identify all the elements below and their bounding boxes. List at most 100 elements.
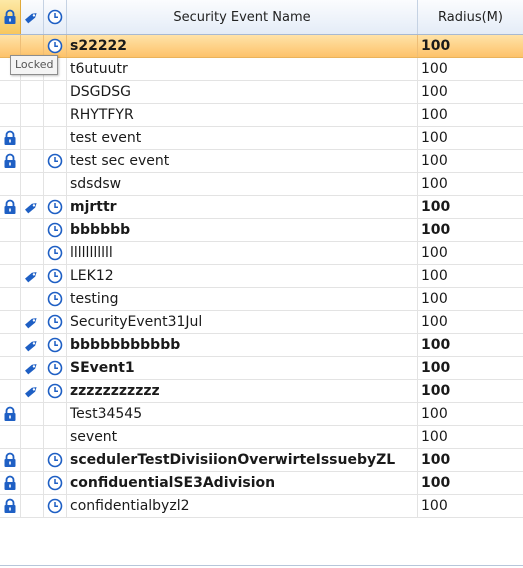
- tagged-cell: [21, 311, 44, 333]
- scheduled-cell: [44, 472, 67, 494]
- event-name-cell: bbbbbbbbbbb: [67, 334, 418, 356]
- tagged-cell: [21, 357, 44, 379]
- clock-icon: [47, 383, 63, 399]
- table-row[interactable]: scedulerTestDivisiionOverwirteIssuebyZL 1…: [0, 449, 523, 472]
- scheduled-cell: [44, 81, 67, 103]
- clock-icon: [47, 9, 63, 25]
- radius-cell: 100: [421, 153, 448, 169]
- scheduled-cell: [44, 426, 67, 448]
- radius-cell: 100: [421, 61, 448, 77]
- radius-cell: 100: [421, 268, 448, 284]
- table-row[interactable]: bbbbbb 100: [0, 219, 523, 242]
- table-row[interactable]: confidentialbyzl2 100: [0, 495, 523, 518]
- scheduled-cell: [44, 150, 67, 172]
- locked-cell: [0, 357, 21, 379]
- tagged-cell: [21, 150, 44, 172]
- locked-tooltip: Locked: [10, 55, 59, 75]
- locked-cell: [0, 127, 21, 149]
- clock-icon: [47, 268, 63, 284]
- lock-icon: [2, 452, 18, 468]
- column-header-name[interactable]: Security Event Name: [67, 0, 418, 34]
- scheduled-cell: [44, 173, 67, 195]
- scheduled-cell: [44, 219, 67, 241]
- table-row[interactable]: lllllllllll 100: [0, 242, 523, 265]
- radius-cell: 100: [421, 337, 451, 353]
- scheduled-cell: [44, 334, 67, 356]
- lock-icon: [2, 475, 18, 491]
- table-row[interactable]: test event 100: [0, 127, 523, 150]
- table-row[interactable]: Test34545 100: [0, 403, 523, 426]
- tagged-cell: [21, 219, 44, 241]
- locked-cell: [0, 173, 21, 195]
- scheduled-cell: [44, 127, 67, 149]
- table-row[interactable]: mjrttr 100: [0, 196, 523, 219]
- column-header-radius[interactable]: Radius(M): [418, 0, 523, 34]
- tag-icon: [24, 199, 40, 215]
- table-row[interactable]: bbbbbbbbbbb 100: [0, 334, 523, 357]
- locked-cell: [0, 150, 21, 172]
- radius-cell: 100: [421, 130, 448, 146]
- locked-cell: [0, 334, 21, 356]
- scheduled-cell: [44, 403, 67, 425]
- clock-icon: [47, 38, 63, 54]
- radius-cell: 100: [421, 291, 448, 307]
- column-header-tagged[interactable]: [21, 0, 44, 34]
- event-name-cell: Test34545: [67, 403, 418, 425]
- table-row[interactable]: zzzzzzzzzzz 100: [0, 380, 523, 403]
- radius-cell: 100: [421, 245, 448, 261]
- tagged-cell: [21, 449, 44, 471]
- table-row[interactable]: test sec event 100: [0, 150, 523, 173]
- table-row[interactable]: SecurityEvent31Jul 100: [0, 311, 523, 334]
- locked-cell: [0, 449, 21, 471]
- locked-cell: [0, 495, 21, 517]
- scheduled-cell: [44, 242, 67, 264]
- clock-icon: [47, 153, 63, 169]
- clock-icon: [47, 475, 63, 491]
- tagged-cell: [21, 242, 44, 264]
- lock-icon: [2, 130, 18, 146]
- event-name-cell: t6utuutr: [67, 58, 418, 80]
- locked-cell: [0, 35, 21, 57]
- event-name-cell: confiduentialSE3Adivision: [67, 472, 418, 494]
- locked-cell: [0, 265, 21, 287]
- event-name-cell: sevent: [67, 426, 418, 448]
- event-name-cell: testing: [67, 288, 418, 310]
- table-row[interactable]: DSGDSG 100: [0, 81, 523, 104]
- radius-cell: 100: [421, 38, 451, 54]
- event-name-cell: RHYTFYR: [67, 104, 418, 126]
- locked-cell: [0, 81, 21, 103]
- grid-header: Security Event Name Radius(M): [0, 0, 523, 35]
- locked-cell: [0, 288, 21, 310]
- table-row[interactable]: sdsdsw 100: [0, 173, 523, 196]
- scheduled-cell: [44, 35, 67, 57]
- radius-cell: 100: [421, 84, 448, 100]
- locked-cell: [0, 242, 21, 264]
- tagged-cell: [21, 380, 44, 402]
- tag-icon: [24, 314, 40, 330]
- scheduled-cell: [44, 311, 67, 333]
- radius-cell: 100: [421, 475, 451, 491]
- tagged-cell: [21, 495, 44, 517]
- grid-body: s22222 100 t6utuutr 100 DSGDSG 100 RHYTFYR 100 t…: [0, 35, 523, 518]
- column-header-locked[interactable]: [0, 0, 21, 34]
- locked-cell: [0, 196, 21, 218]
- table-row[interactable]: RHYTFYR 100: [0, 104, 523, 127]
- column-header-scheduled[interactable]: [44, 0, 67, 34]
- table-row[interactable]: s22222 100: [0, 35, 523, 58]
- table-row[interactable]: confiduentialSE3Adivision 100: [0, 472, 523, 495]
- table-row[interactable]: sevent 100: [0, 426, 523, 449]
- tagged-cell: [21, 127, 44, 149]
- table-row[interactable]: SEvent1 100: [0, 357, 523, 380]
- locked-cell: [0, 403, 21, 425]
- radius-cell: 100: [421, 107, 448, 123]
- tag-icon: [24, 337, 40, 353]
- clock-icon: [47, 498, 63, 514]
- table-row[interactable]: LEK12 100: [0, 265, 523, 288]
- table-row[interactable]: testing 100: [0, 288, 523, 311]
- clock-icon: [47, 222, 63, 238]
- table-row[interactable]: t6utuutr 100: [0, 58, 523, 81]
- event-name-cell: SecurityEvent31Jul: [67, 311, 418, 333]
- event-name-cell: SEvent1: [67, 357, 418, 379]
- scheduled-cell: [44, 288, 67, 310]
- clock-icon: [47, 245, 63, 261]
